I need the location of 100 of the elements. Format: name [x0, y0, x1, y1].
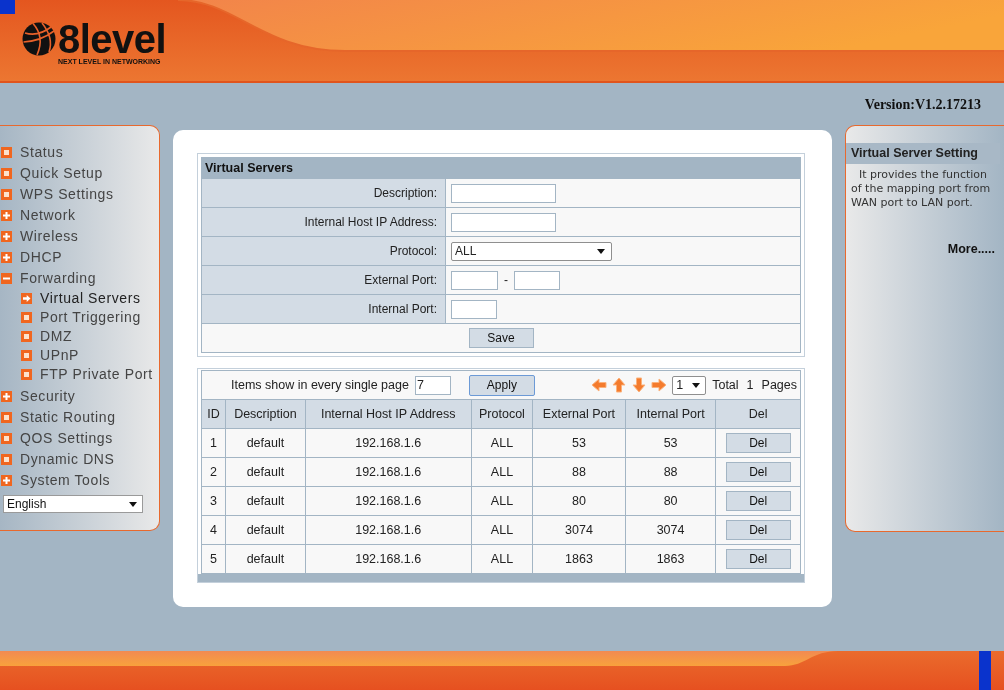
table-cell: 53 — [532, 428, 626, 458]
column-header: Description — [225, 399, 306, 429]
bullet-icon — [21, 312, 32, 323]
caret-icon — [692, 382, 701, 388]
submenu-item[interactable]: Virtual Servers — [21, 289, 159, 308]
page-size-label: Items show in every single page — [231, 376, 409, 394]
menu-item[interactable]: Network — [1, 205, 159, 226]
form-title: Virtual Servers — [201, 157, 801, 179]
menu-item[interactable]: WPS Settings — [1, 184, 159, 205]
table-cell: 192.168.1.6 — [305, 544, 472, 574]
caret-icon — [129, 501, 137, 507]
delete-button[interactable]: Del — [725, 462, 791, 482]
table-cell: 53 — [625, 428, 716, 458]
save-button[interactable]: Save — [468, 328, 534, 348]
submenu-item[interactable]: FTP Private Port — [21, 365, 159, 384]
bullet-icon — [1, 189, 12, 200]
arrow-right-icon[interactable] — [651, 377, 668, 393]
table-cell: 192.168.1.6 — [305, 428, 472, 458]
more-link[interactable]: More..... — [947, 240, 995, 259]
field-label: Internal Port: — [201, 294, 446, 324]
protocol-select[interactable]: ALL — [451, 241, 612, 261]
delete-button[interactable]: Del — [725, 520, 791, 540]
delete-button[interactable]: Del — [725, 491, 791, 511]
arrow-icon — [21, 293, 32, 304]
submenu-item[interactable]: Port Triggering — [21, 308, 159, 327]
menu-item[interactable]: Dynamic DNS — [1, 449, 159, 470]
table-cell: ALL — [471, 515, 533, 545]
column-header: External Port — [532, 399, 626, 429]
bullet-icon — [1, 433, 12, 444]
table-cell: 192.168.1.6 — [305, 515, 472, 545]
plus-icon — [1, 231, 12, 242]
port-end-input[interactable] — [514, 270, 560, 290]
page-size-input[interactable]: 7 — [414, 375, 451, 395]
table-cell: 1863 — [532, 544, 626, 574]
table-cell: default — [225, 428, 306, 458]
plus-icon — [1, 475, 12, 486]
table-cell: 2 — [201, 457, 226, 487]
bullet-icon — [21, 350, 32, 361]
menu-item[interactable]: DHCP — [1, 247, 159, 268]
table-cell: default — [225, 486, 306, 516]
menu-item[interactable]: Wireless — [1, 226, 159, 247]
table-cell: 192.168.1.6 — [305, 457, 472, 487]
arrow-left-icon[interactable] — [591, 377, 608, 393]
menu-item[interactable]: Static Routing — [1, 407, 159, 428]
bullet-icon — [1, 147, 12, 158]
version-label: Version:V1.2.17213 — [864, 95, 981, 114]
page-select[interactable]: 1 — [672, 375, 707, 395]
delete-button[interactable]: Del — [725, 549, 791, 569]
menu-item[interactable]: Forwarding — [1, 268, 159, 289]
column-header: Del — [715, 399, 801, 429]
table-cell: ALL — [471, 544, 533, 574]
port-start-input[interactable] — [451, 270, 498, 290]
logo-wordmark: 8level — [58, 22, 167, 56]
bullet-icon — [1, 412, 12, 423]
pages-label: Pages — [761, 376, 797, 394]
column-header: Internal Host IP Address — [305, 399, 472, 429]
globe-icon — [22, 22, 56, 56]
total-pages: 1 — [746, 376, 754, 394]
table-cell: default — [225, 544, 306, 574]
field-label: Protocol: — [201, 236, 446, 266]
submenu-item[interactable]: DMZ — [21, 327, 159, 346]
menu-item[interactable]: QOS Settings — [1, 428, 159, 449]
bullet-icon — [1, 454, 12, 465]
table-cell: default — [225, 515, 306, 545]
column-header: Protocol — [471, 399, 533, 429]
submenu-item[interactable]: UPnP — [21, 346, 159, 365]
menu-item[interactable]: Security — [1, 386, 159, 407]
port-input[interactable] — [451, 299, 497, 319]
table-cell: 3 — [201, 486, 226, 516]
table-cell: 80 — [532, 486, 626, 516]
corner-square-icon — [0, 0, 15, 14]
minus-icon — [1, 273, 12, 284]
table-cell: default — [225, 457, 306, 487]
table-cell: 1 — [201, 428, 226, 458]
delete-button[interactable]: Del — [725, 433, 791, 453]
field-label: Internal Host IP Address: — [201, 207, 446, 237]
text-input[interactable] — [451, 212, 556, 232]
arrow-up-icon[interactable] — [611, 377, 628, 393]
table-cell: ALL — [471, 486, 533, 516]
plus-icon — [1, 252, 12, 263]
total-label: Total — [712, 376, 739, 394]
plus-icon — [1, 210, 12, 221]
text-input[interactable] — [451, 183, 556, 203]
apply-button[interactable]: Apply — [468, 374, 535, 396]
plus-icon — [1, 391, 12, 402]
column-header: Internal Port — [625, 399, 716, 429]
arrow-down-icon[interactable] — [631, 377, 648, 393]
table-cell: 88 — [625, 457, 716, 487]
menu-item[interactable]: Status — [1, 142, 159, 163]
table-cell: 4 — [201, 515, 226, 545]
language-select[interactable]: English — [3, 495, 143, 513]
table-cell: 88 — [532, 457, 626, 487]
help-text: It provides the function of the mapping port from WAN port to LAN port. — [850, 168, 992, 210]
table-cell: 3074 — [532, 515, 626, 545]
menu-item[interactable]: System Tools — [1, 470, 159, 491]
menu-item[interactable]: Quick Setup — [1, 163, 159, 184]
table-cell: ALL — [471, 457, 533, 487]
field-label: External Port: — [201, 265, 446, 295]
table-cell: 5 — [201, 544, 226, 574]
table-cell: 80 — [625, 486, 716, 516]
